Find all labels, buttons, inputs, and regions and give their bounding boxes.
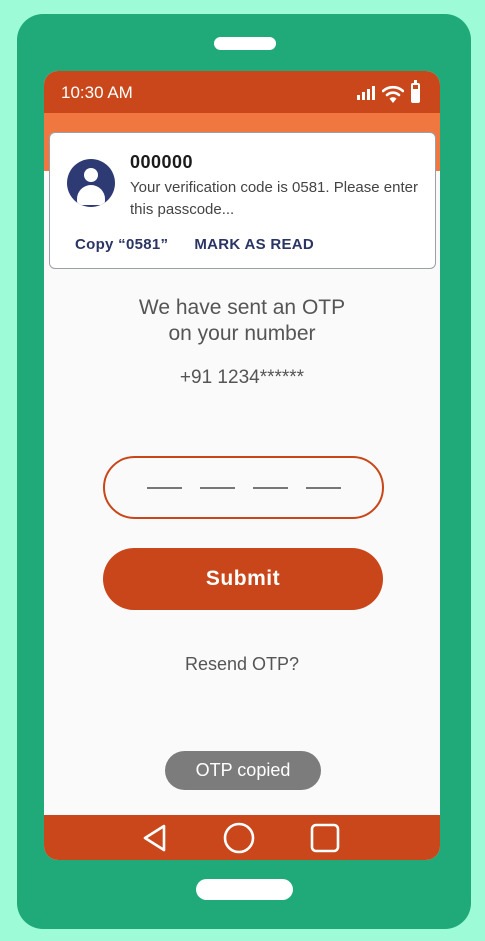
user-avatar-icon xyxy=(67,159,115,207)
otp-digit-slot xyxy=(146,486,182,489)
status-bar: 10:30 AM xyxy=(44,71,440,113)
sms-notification[interactable]: 000000 Your verification code is 0581. P… xyxy=(49,132,436,269)
otp-digit-slot xyxy=(252,486,288,489)
heading-line-1: We have sent an OTP xyxy=(138,296,346,319)
back-icon[interactable] xyxy=(133,815,177,860)
copy-code-button[interactable]: Copy “0581” xyxy=(75,236,168,253)
otp-sent-heading: We have sent an OTP on your number xyxy=(44,295,440,347)
phone-screen: 10:30 AM 000000 Your verification code i… xyxy=(44,71,440,860)
earpiece-speaker xyxy=(214,37,276,50)
recents-icon[interactable] xyxy=(303,815,347,860)
phone-frame: 10:30 AM 000000 Your verification code i… xyxy=(17,14,471,929)
home-button[interactable] xyxy=(196,879,293,900)
heading-line-2: on your number xyxy=(168,322,316,345)
notification-sender: 000000 xyxy=(130,152,194,172)
signal-icon xyxy=(357,86,375,100)
notification-message: Your verification code is 0581. Please e… xyxy=(130,179,418,218)
navigation-bar xyxy=(44,815,440,860)
otp-input[interactable] xyxy=(103,456,384,519)
home-icon[interactable] xyxy=(217,815,261,860)
otp-copied-toast: OTP copied xyxy=(165,751,321,790)
submit-button[interactable]: Submit xyxy=(103,548,383,610)
notification-actions: Copy “0581” MARK AS READ xyxy=(75,236,314,253)
resend-otp-link[interactable]: Resend OTP? xyxy=(44,654,440,675)
otp-digit-slot xyxy=(199,486,235,489)
otp-digit-slot xyxy=(305,486,341,489)
battery-icon xyxy=(411,80,420,103)
status-time: 10:30 AM xyxy=(61,83,133,102)
wifi-icon xyxy=(382,85,404,103)
masked-phone-number: +91 1234****** xyxy=(179,367,305,388)
mark-as-read-button[interactable]: MARK AS READ xyxy=(194,236,314,253)
status-icons xyxy=(357,80,420,104)
